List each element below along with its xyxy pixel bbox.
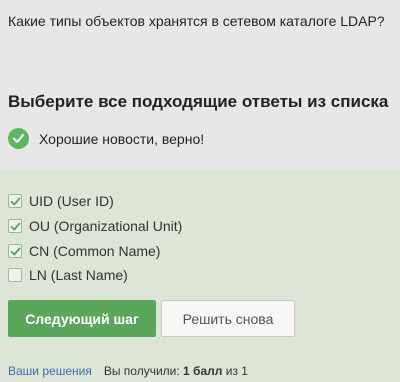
checkmark-icon — [10, 197, 20, 205]
score-value: 1 балл — [183, 364, 223, 378]
option-label: CN (Common Name) — [29, 243, 161, 259]
instruction-heading: Выберите все подходящие ответы из списка — [8, 92, 389, 111]
option-checkbox[interactable] — [8, 194, 22, 208]
your-solutions-link[interactable]: Ваши решения — [8, 364, 92, 378]
question-text: Какие типы объектов хранятся в сетевом к… — [8, 13, 385, 29]
option-cn[interactable]: CN (Common Name) — [8, 243, 160, 259]
option-label: LN (Last Name) — [29, 267, 128, 283]
checkmark-icon — [10, 222, 20, 230]
question-area: Какие типы объектов хранятся в сетевом к… — [0, 0, 400, 170]
footer: Ваши решения Вы получили: 1 балл из 1 — [8, 364, 248, 378]
feedback-text: Хорошие новости, верно! — [39, 130, 205, 147]
option-checkbox[interactable] — [8, 219, 22, 233]
feedback-message: Хорошие новости, верно! — [8, 128, 204, 149]
score-suffix: из 1 — [225, 364, 248, 378]
next-step-button[interactable]: Следующий шаг — [8, 300, 156, 337]
checkmark-icon — [10, 247, 20, 255]
option-uid[interactable]: UID (User ID) — [8, 193, 114, 209]
option-ou[interactable]: OU (Organizational Unit) — [8, 218, 182, 234]
option-ln[interactable]: LN (Last Name) — [8, 267, 128, 283]
score-prefix: Вы получили: — [103, 364, 180, 378]
option-checkbox[interactable] — [8, 268, 22, 282]
retry-button[interactable]: Решить снова — [161, 300, 295, 337]
option-checkbox[interactable] — [8, 244, 22, 258]
check-circle-icon — [8, 128, 29, 149]
option-label: OU (Organizational Unit) — [29, 218, 183, 234]
option-label: UID (User ID) — [29, 193, 114, 209]
